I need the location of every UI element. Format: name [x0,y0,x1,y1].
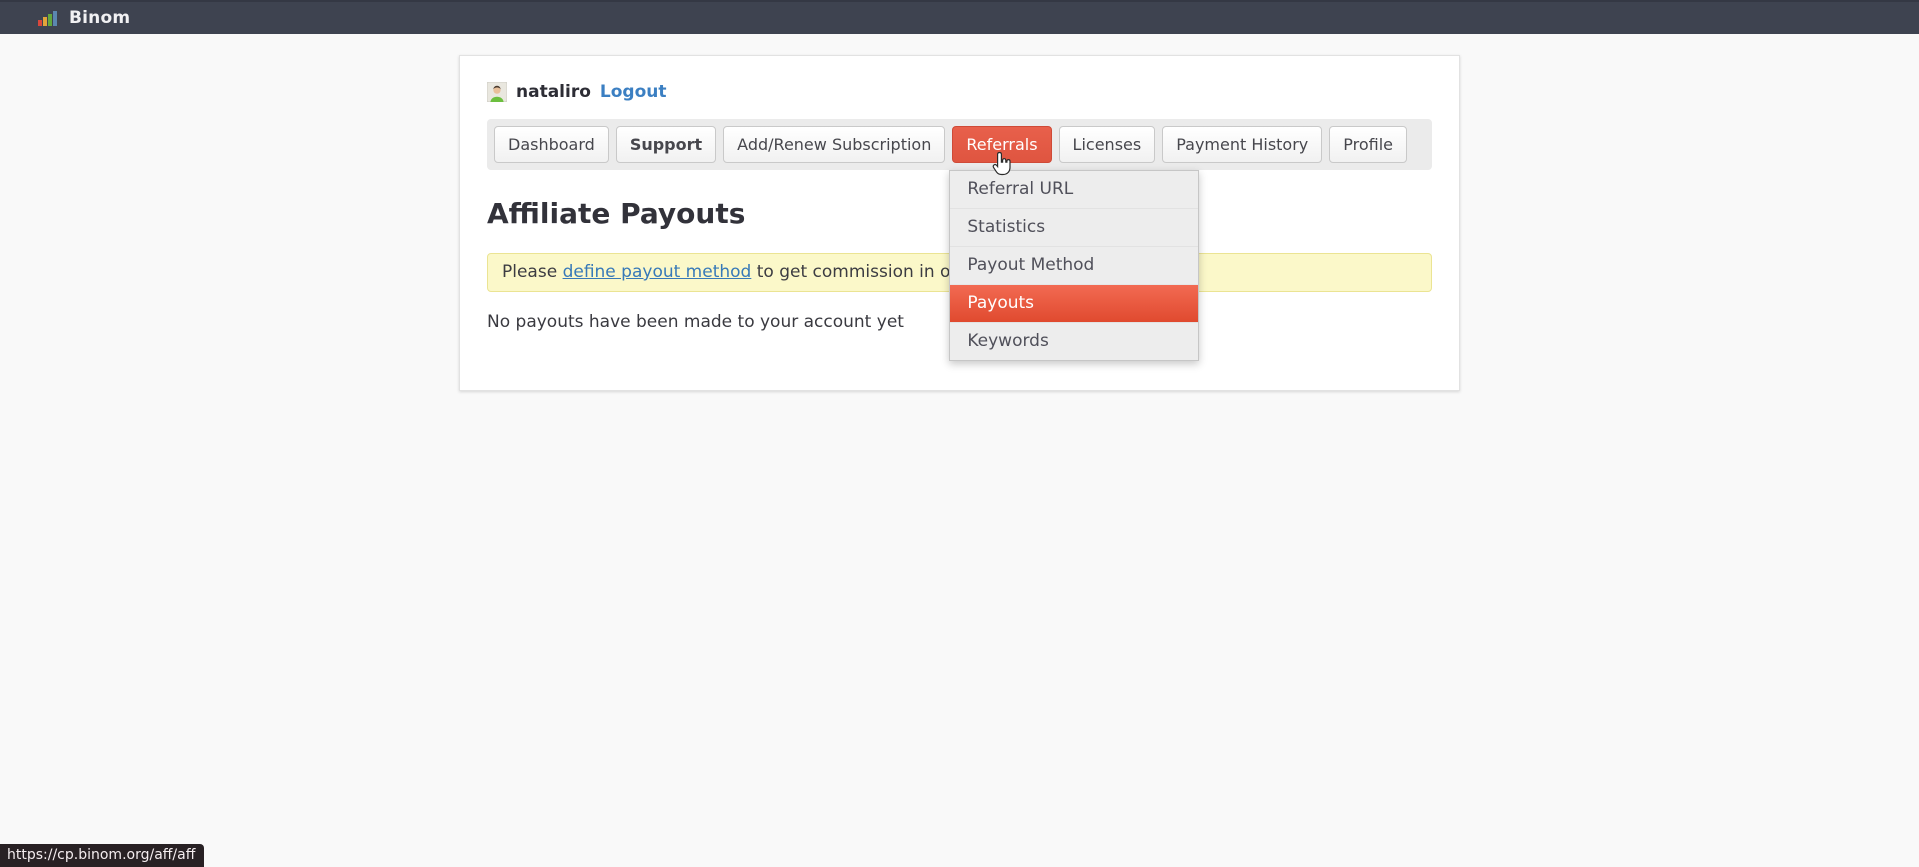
nav-payment-history[interactable]: Payment History [1162,126,1322,163]
referrals-menu-wrap: Referrals Referral URL Statistics Payout… [952,126,1051,163]
alert-text-prefix: Please [502,262,563,282]
main-nav: Dashboard Support Add/Renew Subscription… [487,119,1432,170]
username: nataliro [516,82,591,102]
menu-item-keywords[interactable]: Keywords [950,322,1198,360]
topbar: Binom [0,0,1919,34]
menu-item-payout-method[interactable]: Payout Method [950,246,1198,284]
user-row: nataliro Logout [487,82,1432,102]
bar-chart-logo-icon [38,10,57,26]
menu-item-payouts[interactable]: Payouts [950,284,1198,322]
nav-licenses[interactable]: Licenses [1059,126,1156,163]
nav-add-renew-subscription[interactable]: Add/Renew Subscription [723,126,945,163]
referrals-dropdown: Referral URL Statistics Payout Method Pa… [949,170,1199,361]
brand-name: Binom [69,8,130,28]
account-card: nataliro Logout Dashboard Support Add/Re… [459,55,1460,391]
nav-referrals[interactable]: Referrals [952,126,1051,163]
logout-link[interactable]: Logout [600,82,667,102]
user-avatar-icon [487,82,507,102]
brand-home-link[interactable]: Binom [38,8,130,28]
link-preview-statusbar: https://cp.binom.org/aff/aff [0,844,204,867]
nav-support[interactable]: Support [616,126,716,163]
menu-item-referral-url[interactable]: Referral URL [950,171,1198,208]
nav-profile[interactable]: Profile [1329,126,1407,163]
menu-item-statistics[interactable]: Statistics [950,208,1198,246]
nav-dashboard[interactable]: Dashboard [494,126,609,163]
define-payout-method-link[interactable]: define payout method [563,262,752,282]
